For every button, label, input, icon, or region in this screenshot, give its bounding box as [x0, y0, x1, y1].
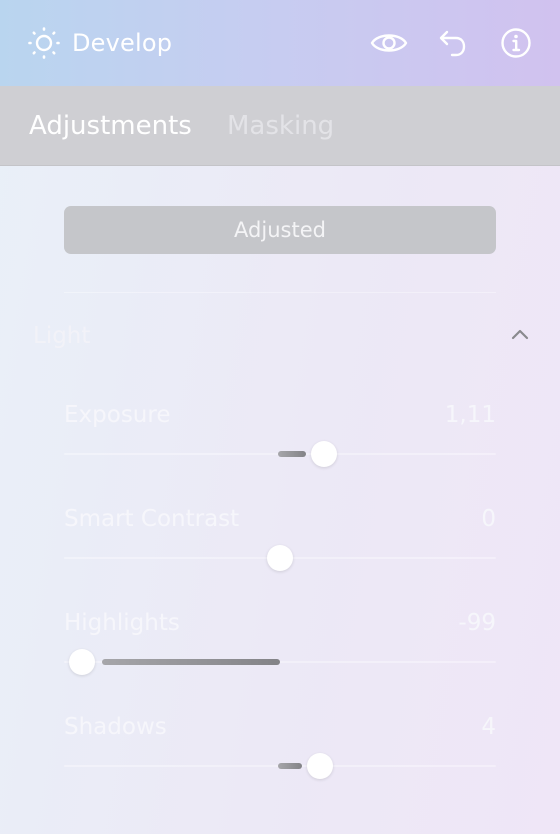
undo-button[interactable] — [435, 26, 471, 60]
chevron-up-icon[interactable] — [506, 320, 534, 348]
highlights-slider[interactable] — [64, 648, 496, 676]
tab-bar: Adjustments Masking — [0, 86, 560, 166]
slider-thumb[interactable] — [311, 441, 338, 467]
highlights-label: Highlights — [64, 610, 180, 636]
shadows-value[interactable]: 4 — [481, 713, 496, 741]
divider — [64, 292, 496, 293]
slider-thumb[interactable] — [69, 649, 95, 675]
shadows-label: Shadows — [64, 714, 167, 740]
eye-icon — [370, 34, 408, 52]
slider-fill — [102, 659, 280, 665]
preview-toggle-button[interactable] — [369, 26, 409, 60]
highlights-value[interactable]: -99 — [458, 609, 496, 637]
section-title-light[interactable]: Light — [33, 322, 90, 350]
exposure-value[interactable]: 1,11 — [445, 401, 496, 429]
info-button[interactable] — [498, 26, 534, 60]
sun-icon — [28, 27, 60, 59]
page-title: Develop — [72, 29, 173, 57]
slider-fill — [278, 763, 302, 769]
tab-adjustments[interactable]: Adjustments — [29, 110, 192, 142]
exposure-label: Exposure — [64, 402, 171, 428]
smart-contrast-label: Smart Contrast — [64, 506, 240, 532]
smart-contrast-slider[interactable] — [64, 544, 496, 572]
header-bar: Develop — [0, 0, 560, 86]
info-icon — [501, 28, 531, 58]
develop-panel: Develop Adjustments Masking Adjusted Lig… — [0, 0, 560, 834]
slider-fill — [278, 451, 307, 457]
shadows-slider[interactable] — [64, 752, 496, 780]
exposure-slider[interactable] — [64, 440, 496, 468]
adjusted-button[interactable]: Adjusted — [64, 206, 496, 254]
slider-thumb[interactable] — [267, 545, 293, 571]
smart-contrast-value[interactable]: 0 — [481, 505, 496, 533]
undo-icon — [439, 30, 466, 57]
tab-masking[interactable]: Masking — [227, 110, 334, 142]
slider-thumb[interactable] — [307, 753, 333, 779]
